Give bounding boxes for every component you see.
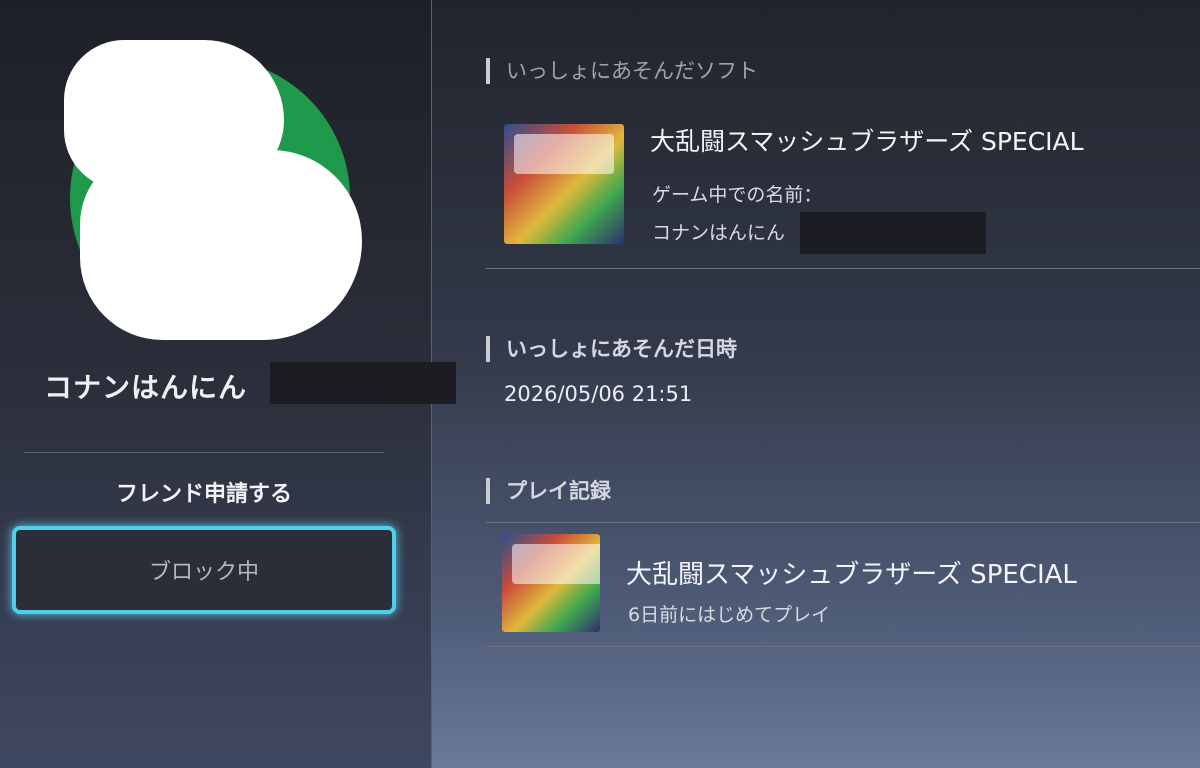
section-title-played-date: いっしょにあそんだ日時 bbox=[486, 336, 737, 362]
first-played-text: 6日前にはじめてプレイ bbox=[628, 604, 831, 626]
divider bbox=[24, 452, 384, 453]
name-redaction bbox=[270, 362, 456, 404]
avatar-redaction bbox=[80, 150, 362, 340]
ingame-name-redaction bbox=[800, 212, 986, 254]
divider bbox=[486, 522, 1200, 523]
block-button-label: ブロック中 bbox=[148, 560, 259, 585]
played-datetime: 2026/05/06 21:51 bbox=[504, 382, 693, 406]
game-title[interactable]: 大乱闘スマッシュブラザーズ SPECIAL bbox=[650, 122, 1084, 158]
section-title-play-record: プレイ記録 bbox=[486, 478, 611, 504]
ingame-name: コナンはんにん bbox=[652, 222, 786, 244]
profile-name: コナンはんにん bbox=[44, 371, 248, 404]
section-title-played-software: いっしょにあそんだソフト bbox=[486, 58, 758, 84]
divider bbox=[486, 268, 1200, 269]
game-cover-image[interactable] bbox=[502, 534, 600, 632]
ingame-name-label: ゲーム中での名前： bbox=[652, 184, 823, 206]
game-cover-image[interactable] bbox=[504, 124, 624, 244]
divider bbox=[486, 646, 1200, 647]
block-button[interactable]: ブロック中 bbox=[12, 526, 396, 614]
friend-request-button[interactable]: フレンド申請する bbox=[24, 476, 384, 508]
play-record-game-title[interactable]: 大乱闘スマッシュブラザーズ SPECIAL bbox=[626, 554, 1077, 591]
